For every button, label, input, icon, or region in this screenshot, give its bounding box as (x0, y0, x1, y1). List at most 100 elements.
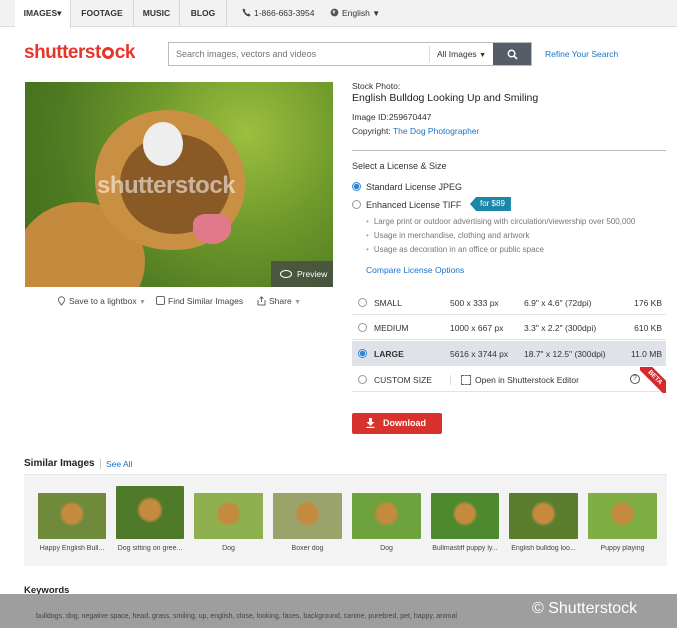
size-radio[interactable] (358, 375, 367, 384)
similar-thumb[interactable]: Dog (194, 493, 263, 552)
size-radio[interactable] (358, 349, 367, 358)
license-section-title: Select a License & Size (352, 161, 447, 171)
license-bullet: Usage in merchandise, clothing and artwo… (366, 231, 530, 240)
language-selector[interactable]: English ▼ (330, 0, 380, 27)
size-radio[interactable] (358, 298, 367, 307)
logo-o-mark (101, 47, 114, 59)
thumb-caption: Bullmastiff puppy ly... (432, 545, 498, 552)
size-file: 610 KB (634, 323, 662, 333)
beta-ribbon: BETA (640, 367, 666, 393)
share-icon (257, 296, 266, 306)
top-nav: IMAGES▾ FOOTAGE MUSIC BLOG 1-866-663-395… (0, 0, 677, 28)
chevron-down-icon: ▼ (372, 9, 381, 18)
phone-icon (242, 8, 251, 17)
size-pixels: 5616 x 3744 px (450, 349, 509, 359)
size-row-custom[interactable]: CUSTOM SIZE Open in Shutterstock Editor … (352, 367, 666, 393)
size-file: 176 KB (634, 298, 662, 308)
caret-down-icon: ▼ (138, 299, 146, 306)
nav-images-label: IMAGES (23, 8, 58, 18)
search-scope-dropdown[interactable]: All Images ▼ (429, 46, 493, 62)
thumb-image (588, 493, 657, 539)
see-all-link[interactable]: See All (100, 459, 132, 469)
caret-down-icon: ▼ (294, 299, 301, 306)
eye-icon (280, 270, 292, 278)
share-button[interactable]: Share ▼ (257, 296, 301, 306)
help-icon[interactable]: ? (630, 374, 640, 384)
size-row-large[interactable]: LARGE 5616 x 3744 px 18.7" x 12.5" (300d… (352, 341, 666, 366)
size-name: CUSTOM SIZE (374, 375, 432, 385)
beta-label: BETA (640, 367, 666, 393)
size-name: MEDIUM (374, 323, 409, 333)
image-id-label: Image ID: (352, 112, 389, 122)
size-name: LARGE (374, 349, 404, 359)
find-similar-label: Find Similar Images (168, 296, 244, 306)
share-label: Share (269, 296, 292, 306)
standard-license-radio[interactable] (352, 182, 361, 191)
compare-license-link[interactable]: Compare License Options (366, 265, 464, 275)
copyright-label: Copyright: (352, 126, 391, 136)
similar-thumb[interactable]: Dog (352, 493, 421, 552)
search-icon (507, 49, 518, 60)
similar-images-icon (156, 296, 165, 305)
keywords-list[interactable]: bulldogs, dog, negative space, head, gra… (36, 613, 457, 620)
watermark-text: shutterstock (97, 172, 236, 199)
thumb-image (116, 486, 184, 539)
enhanced-license-label[interactable]: Enhanced License TIFF (366, 200, 461, 210)
logo-text-end: ck (114, 42, 136, 63)
details-divider (352, 150, 666, 151)
copyright: Copyright: The Dog Photographer (352, 126, 479, 136)
search-input[interactable] (169, 43, 429, 65)
refine-search-link[interactable]: Refine Your Search (545, 49, 618, 59)
main-photo[interactable]: shutterstock Preview (25, 82, 333, 287)
save-to-lightbox-button[interactable]: Save to a lightbox ▼ (57, 296, 146, 306)
thumb-caption: Dog sitting on gree... (117, 545, 183, 552)
open-editor-link[interactable]: Open in Shutterstock Editor (450, 375, 579, 385)
similar-thumb[interactable]: English bulldog loo... (509, 493, 578, 552)
standard-license-label[interactable]: Standard License JPEG (366, 182, 462, 192)
size-dimensions: 3.3" x 2.2" (300dpi) (524, 323, 597, 333)
image-id: Image ID:259670447 (352, 112, 431, 122)
similar-thumb[interactable]: Puppy playing (588, 493, 657, 552)
phone-number[interactable]: 1-866-663-3954 (242, 0, 315, 27)
size-dimensions: 6.9" x 4.6" (72dpi) (524, 298, 592, 308)
size-file: 11.0 MB (630, 349, 662, 359)
image-type-label: Stock Photo: (352, 81, 401, 91)
similar-images-strip: Happy English Bull... Dog sitting on gre… (24, 474, 667, 566)
language-label: English (342, 8, 370, 18)
license-bullet: Large print or outdoor advertising with … (366, 217, 635, 226)
search-button[interactable] (493, 43, 531, 65)
nav-music[interactable]: MUSIC (134, 0, 180, 27)
preview-button[interactable]: Preview (271, 261, 333, 287)
size-radio[interactable] (358, 323, 367, 332)
similar-thumb[interactable]: Boxer dog (273, 493, 342, 552)
nav-images[interactable]: IMAGES▾ (15, 0, 71, 28)
download-button[interactable]: Download (352, 413, 442, 434)
enhanced-price-badge: for $89 (470, 197, 511, 211)
size-row-medium[interactable]: MEDIUM 1000 x 667 px 3.3" x 2.2" (300dpi… (352, 315, 666, 340)
shutterstock-logo[interactable]: shutterst ck (24, 42, 135, 64)
dog-blaze-shape (143, 122, 183, 166)
thumb-image (431, 493, 499, 539)
thumb-image (273, 493, 342, 539)
download-label: Download (383, 418, 426, 428)
size-pixels: 1000 x 667 px (450, 323, 504, 333)
crop-icon (461, 375, 471, 385)
thumb-caption: Dog (222, 545, 235, 552)
nav-blog[interactable]: BLOG (180, 0, 227, 27)
phone-label: 1-866-663-3954 (254, 8, 315, 18)
similar-thumb[interactable]: Bullmastiff puppy ly... (431, 493, 499, 552)
size-dimensions: 18.7" x 12.5" (300dpi) (524, 349, 606, 359)
similar-images-title: Similar Images (24, 458, 95, 469)
enhanced-license-radio[interactable] (352, 200, 361, 209)
lightbox-label: Save to a lightbox (69, 296, 137, 306)
copyright-owner-link[interactable]: The Dog Photographer (393, 126, 479, 136)
find-similar-button[interactable]: Find Similar Images (156, 296, 243, 306)
caret-down-icon: ▼ (479, 52, 486, 59)
download-icon (366, 418, 375, 428)
similar-thumb[interactable]: Happy English Bull... (38, 493, 106, 552)
thumb-caption: Dog (380, 545, 393, 552)
logo-text-start: shutterst (24, 42, 101, 63)
size-row-small[interactable]: SMALL 500 x 333 px 6.9" x 4.6" (72dpi) 1… (352, 290, 666, 315)
similar-thumb[interactable]: Dog sitting on gree... (116, 486, 184, 552)
nav-footage[interactable]: FOOTAGE (71, 0, 134, 27)
